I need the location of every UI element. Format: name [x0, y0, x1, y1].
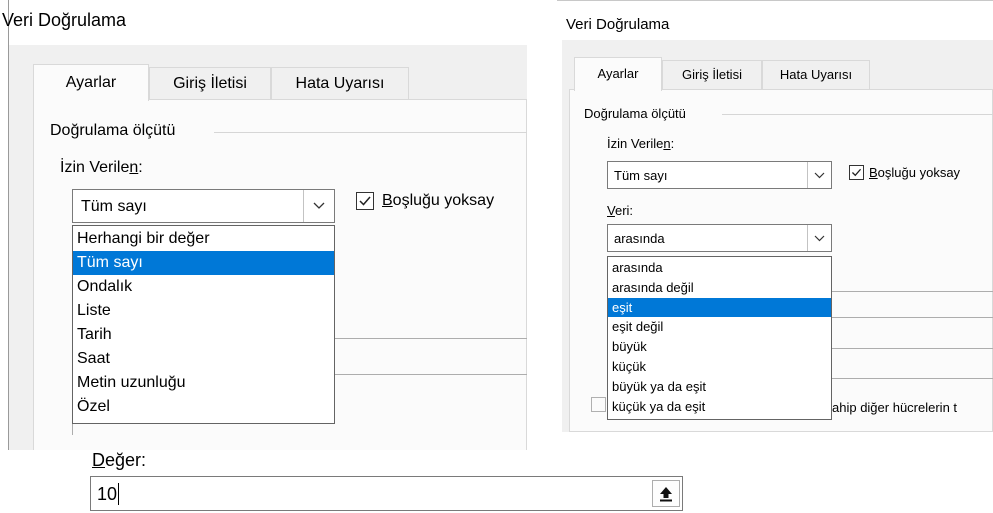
data-combo[interactable]: arasında [607, 224, 832, 252]
data-dropdown-list: arasında arasında değil eşit eşit değil … [607, 256, 832, 420]
hidden-field-border [334, 338, 527, 339]
apply-checkbox[interactable] [591, 397, 606, 412]
value-input-text: 10 [97, 484, 118, 504]
tab-giris-iletisi[interactable]: Giriş İletisi [662, 60, 762, 89]
apply-label-partial: ahip diğer hücrelerin t [832, 400, 958, 415]
list-item[interactable]: arasında [608, 258, 831, 278]
list-item[interactable]: büyük [608, 337, 831, 357]
dialog-body: Ayarlar Giriş İletisi Hata Uyarısı Doğru… [562, 40, 993, 432]
dialog-title: Veri Doğrulama [566, 16, 670, 33]
hidden-field-border [832, 291, 993, 292]
value-label: Değer: [92, 450, 147, 470]
data-combo-value: arasında [614, 231, 665, 246]
hidden-field-border [832, 378, 993, 379]
hidden-field-border [334, 374, 527, 375]
ignore-blank-label[interactable]: Boşluğu yoksay [382, 192, 494, 210]
list-item[interactable]: Metin uzunluğu [73, 371, 334, 395]
list-item[interactable]: küçük [608, 357, 831, 377]
list-item[interactable]: eşit değil [608, 317, 831, 337]
allow-combo[interactable]: Tüm sayı [607, 161, 832, 189]
list-item[interactable]: Saat [73, 347, 334, 371]
list-item[interactable]: Liste [73, 299, 334, 323]
tab-hata-uyarisi[interactable]: Hata Uyarısı [762, 60, 870, 89]
list-item[interactable]: büyük ya da eşit [608, 377, 831, 397]
hidden-field-edge [72, 423, 73, 435]
list-item[interactable]: arasında değil [608, 278, 831, 298]
data-label: Veri: [607, 203, 634, 218]
chevron-down-icon[interactable] [807, 225, 831, 251]
left-dialog: Veri Doğrulama Ayarlar Giriş İletisi Hat… [0, 0, 527, 459]
group-divider [722, 114, 993, 115]
list-item-selected[interactable]: eşit [608, 297, 831, 318]
value-section: Değer: 10 [0, 450, 700, 513]
ignore-blank-checkbox[interactable] [356, 192, 374, 210]
allow-label: İzin Verilen: [607, 136, 675, 151]
criteria-group-label: Doğrulama ölçütü [584, 106, 686, 121]
tab-giris-iletisi[interactable]: Giriş İletisi [149, 67, 271, 99]
list-item-selected[interactable]: Tüm sayı [73, 251, 334, 275]
list-item[interactable]: küçük ya da eşit [608, 397, 831, 417]
dialog-title: Veri Doğrulama [2, 10, 127, 30]
hidden-field-border [832, 348, 993, 349]
tab-label: Ayarlar [597, 66, 639, 81]
ignore-blank-label[interactable]: Boşluğu yoksay [869, 165, 960, 180]
allow-combo-value: Tüm sayı [81, 198, 147, 215]
tab-label: Hata Uyarısı [779, 67, 853, 82]
allow-dropdown-list: Herhangi bir değer Tüm sayı Ondalık List… [72, 225, 335, 424]
right-dialog: Veri Doğrulama Ayarlar Giriş İletisi Hat… [557, 0, 993, 440]
list-item[interactable]: Tarih [73, 323, 334, 347]
checkmark-icon [359, 196, 371, 206]
ignore-blank-checkbox[interactable] [849, 165, 864, 180]
tab-label: Giriş İletisi [682, 67, 742, 82]
collapse-dialog-icon[interactable] [652, 480, 680, 507]
text-cursor [118, 483, 119, 505]
tab-hata-uyarisi[interactable]: Hata Uyarısı [271, 67, 409, 99]
value-input[interactable]: 10 [90, 476, 683, 511]
hidden-field-border [832, 317, 993, 318]
tab-label: Ayarlar [65, 74, 117, 91]
tab-ayarlar[interactable]: Ayarlar [574, 57, 662, 91]
checkmark-icon [851, 168, 862, 177]
right-top-edge [557, 0, 993, 1]
criteria-group-label: Doğrulama ölçütü [50, 122, 176, 139]
list-item[interactable]: Herhangi bir değer [73, 227, 334, 251]
allow-combo-value: Tüm sayı [614, 168, 668, 183]
dialog-body: Ayarlar Giriş İletisi Hata Uyarısı Doğru… [9, 45, 527, 459]
group-divider [214, 132, 527, 133]
allow-combo[interactable]: Tüm sayı [72, 189, 335, 223]
list-item[interactable]: Ondalık [73, 275, 334, 299]
tab-label: Giriş İletisi [173, 75, 247, 92]
chevron-down-icon[interactable] [303, 190, 334, 222]
tab-label: Hata Uyarısı [295, 75, 385, 92]
allow-label: İzin Verilen: [60, 159, 143, 176]
list-item[interactable]: Özel [73, 395, 334, 419]
chevron-down-icon[interactable] [807, 162, 831, 188]
tab-ayarlar[interactable]: Ayarlar [33, 64, 149, 101]
